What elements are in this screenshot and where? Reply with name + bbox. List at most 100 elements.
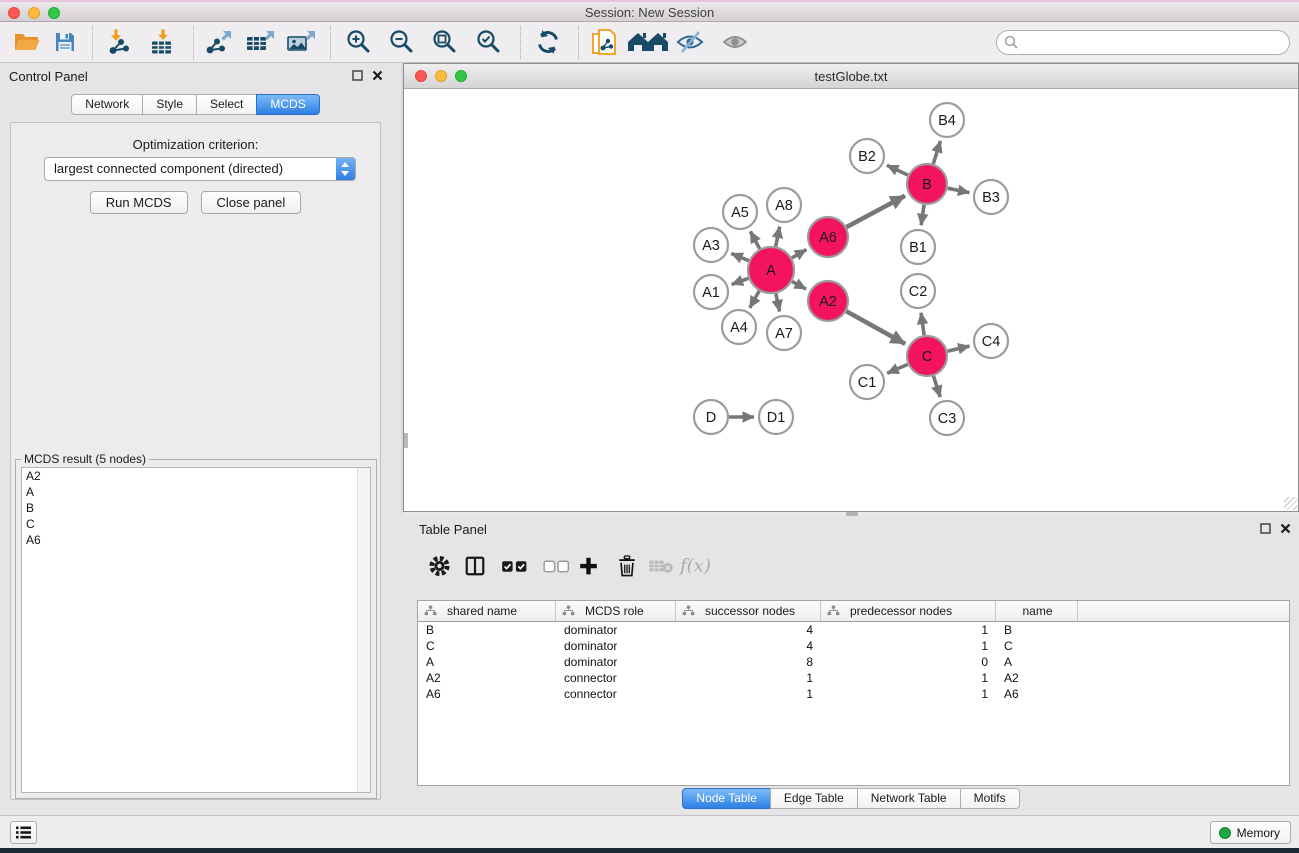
table-cell[interactable]: A6 bbox=[996, 686, 1078, 702]
table-cell[interactable]: B bbox=[418, 622, 556, 638]
table-row[interactable]: Adominator80A bbox=[418, 654, 1289, 670]
memory-button[interactable]: Memory bbox=[1210, 821, 1291, 844]
table-row[interactable]: Bdominator41B bbox=[418, 622, 1289, 638]
table-cell[interactable]: 1 bbox=[676, 670, 821, 686]
mcds-result-item[interactable]: C bbox=[22, 516, 370, 532]
run-mcds-button[interactable]: Run MCDS bbox=[90, 191, 188, 214]
zoom-out-icon[interactable] bbox=[388, 28, 416, 56]
table-cell[interactable]: 0 bbox=[821, 654, 996, 670]
export-table-icon[interactable] bbox=[245, 29, 275, 55]
export-image-icon[interactable] bbox=[286, 29, 316, 55]
graph-edge-B-B3[interactable] bbox=[948, 188, 970, 192]
table-cell[interactable]: A bbox=[418, 654, 556, 670]
import-table-icon[interactable] bbox=[149, 29, 176, 56]
tab-select[interactable]: Select bbox=[196, 94, 257, 115]
table-cell[interactable]: C bbox=[996, 638, 1078, 654]
table-cell[interactable]: A2 bbox=[996, 670, 1078, 686]
column-header-successor-nodes[interactable]: successor nodes bbox=[676, 601, 821, 621]
graph-edge-B-B1[interactable] bbox=[921, 205, 924, 225]
window-resize-grip[interactable] bbox=[1284, 497, 1297, 510]
graph-edge-A6-B[interactable] bbox=[847, 196, 905, 227]
task-history-button[interactable] bbox=[10, 821, 37, 844]
table-row[interactable]: Cdominator41C bbox=[418, 638, 1289, 654]
tab-network[interactable]: Network bbox=[71, 94, 143, 115]
graph-edge-A-A5[interactable] bbox=[750, 231, 759, 248]
mcds-result-item[interactable]: B bbox=[22, 500, 370, 516]
import-network-icon[interactable] bbox=[105, 29, 133, 56]
splitpane-handle[interactable] bbox=[404, 433, 408, 448]
network-window-titlebar[interactable]: testGlobe.txt bbox=[404, 64, 1298, 89]
deselect-all-icon[interactable] bbox=[542, 557, 571, 576]
home-layout-icon[interactable] bbox=[627, 30, 669, 54]
add-column-icon[interactable] bbox=[578, 556, 599, 577]
hide-panel-eye-icon[interactable] bbox=[675, 30, 705, 54]
table-row[interactable]: A2connector11A2 bbox=[418, 670, 1289, 686]
zoom-selected-icon[interactable] bbox=[475, 28, 503, 56]
tab-mcds[interactable]: MCDS bbox=[256, 94, 319, 115]
graph-edge-A-A6[interactable] bbox=[792, 250, 807, 258]
column-header-predecessor-nodes[interactable]: predecessor nodes bbox=[821, 601, 996, 621]
graph-edge-C-C1[interactable] bbox=[887, 364, 908, 373]
tab-network-table[interactable]: Network Table bbox=[857, 788, 961, 809]
table-cell[interactable]: A2 bbox=[418, 670, 556, 686]
table-cell[interactable]: dominator bbox=[556, 638, 676, 654]
table-cell[interactable]: connector bbox=[556, 670, 676, 686]
mcds-result-item[interactable]: A2 bbox=[22, 468, 370, 484]
table-cell[interactable]: A6 bbox=[418, 686, 556, 702]
mcds-result-item[interactable]: A6 bbox=[22, 532, 370, 548]
graph-edge-A-A2[interactable] bbox=[792, 281, 806, 289]
float-panel-icon[interactable] bbox=[352, 70, 363, 81]
tab-node-table[interactable]: Node Table bbox=[682, 788, 771, 809]
table-cell[interactable]: dominator bbox=[556, 654, 676, 670]
float-panel-icon[interactable] bbox=[1260, 523, 1271, 534]
graph-edge-C-C3[interactable] bbox=[933, 376, 940, 397]
table-cell[interactable]: B bbox=[996, 622, 1078, 638]
close-panel-icon[interactable] bbox=[372, 70, 383, 81]
column-header-name[interactable]: name bbox=[996, 601, 1078, 621]
table-cell[interactable]: 8 bbox=[676, 654, 821, 670]
column-header-MCDS-role[interactable]: MCDS role bbox=[556, 601, 676, 621]
table-cell[interactable]: A bbox=[996, 654, 1078, 670]
table-cell[interactable]: 1 bbox=[821, 670, 996, 686]
clone-network-icon[interactable] bbox=[591, 28, 617, 56]
open-session-icon[interactable] bbox=[13, 30, 41, 54]
graph-edge-B-B2[interactable] bbox=[887, 165, 908, 175]
graph-edge-C-C4[interactable] bbox=[947, 346, 969, 351]
zoom-in-icon[interactable] bbox=[345, 28, 373, 56]
graph-edge-A2-C[interactable] bbox=[846, 311, 905, 344]
table-cell[interactable]: 1 bbox=[821, 638, 996, 654]
tab-motifs[interactable]: Motifs bbox=[960, 788, 1020, 809]
select-all-icon[interactable] bbox=[500, 557, 529, 576]
graph-edge-A-A7[interactable] bbox=[776, 294, 780, 312]
network-canvas[interactable]: AA6A2BCA5A8A3A1A4A7B2B4B3B1C2C4C1C3DD1 bbox=[404, 89, 1298, 511]
save-session-icon[interactable] bbox=[53, 30, 77, 54]
table-cell[interactable]: 1 bbox=[676, 686, 821, 702]
table-cell[interactable]: 4 bbox=[676, 638, 821, 654]
table-cell[interactable]: connector bbox=[556, 686, 676, 702]
tab-edge-table[interactable]: Edge Table bbox=[770, 788, 858, 809]
show-panel-eye-icon[interactable] bbox=[720, 30, 750, 54]
search-input[interactable] bbox=[996, 30, 1290, 55]
column-header-shared-name[interactable]: shared name bbox=[418, 601, 556, 621]
graph-edge-A-A8[interactable] bbox=[776, 227, 780, 247]
mcds-result-item[interactable]: A bbox=[22, 484, 370, 500]
graph-edge-A-A4[interactable] bbox=[750, 291, 759, 308]
table-cell[interactable]: dominator bbox=[556, 622, 676, 638]
close-panel-button[interactable]: Close panel bbox=[201, 191, 302, 214]
graph-edge-A-A3[interactable] bbox=[731, 253, 749, 260]
table-cell[interactable]: 1 bbox=[821, 622, 996, 638]
mcds-list-scrollbar[interactable] bbox=[357, 468, 370, 792]
close-panel-icon[interactable] bbox=[1280, 523, 1291, 534]
graph-edge-C-C2[interactable] bbox=[921, 313, 924, 335]
table-cell[interactable]: C bbox=[418, 638, 556, 654]
show-columns-icon[interactable] bbox=[464, 555, 486, 577]
zoom-fit-icon[interactable] bbox=[431, 28, 459, 56]
table-cell[interactable]: 1 bbox=[821, 686, 996, 702]
table-row[interactable]: A6connector11A6 bbox=[418, 686, 1289, 702]
gear-icon[interactable] bbox=[428, 555, 451, 578]
delete-column-trash-icon[interactable] bbox=[617, 555, 637, 578]
table-cell[interactable]: 4 bbox=[676, 622, 821, 638]
refresh-icon[interactable] bbox=[534, 28, 562, 56]
graph-edge-B-B4[interactable] bbox=[933, 141, 940, 164]
graph-edge-A-A1[interactable] bbox=[732, 278, 749, 284]
